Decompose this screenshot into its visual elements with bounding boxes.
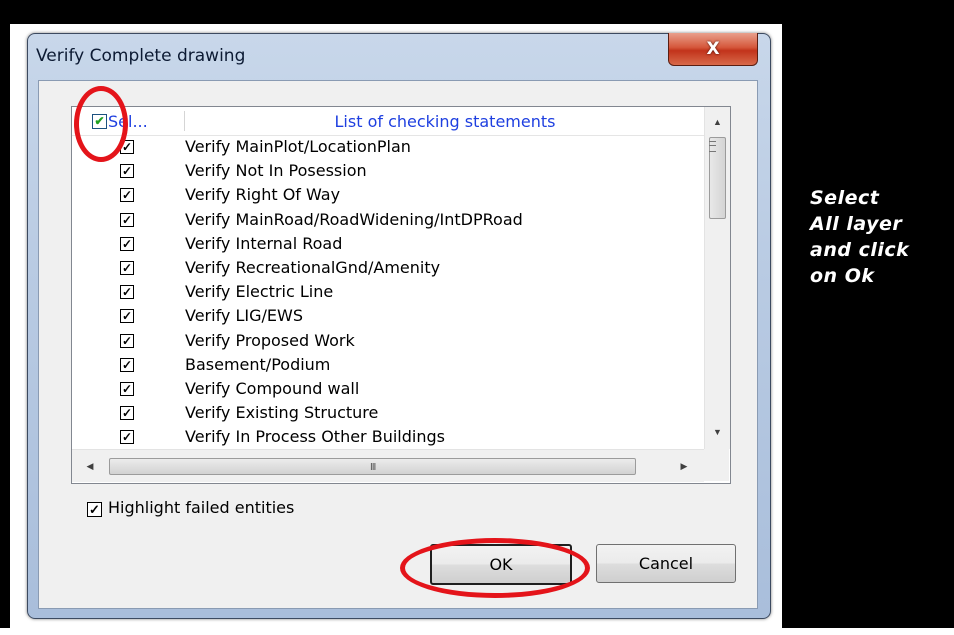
row-label: Verify Existing Structure: [185, 403, 379, 423]
row-checkbox[interactable]: ✓: [120, 406, 134, 421]
row-label: Verify Right Of Way: [185, 185, 341, 205]
scroll-right-arrow-icon[interactable]: ▶: [670, 450, 698, 482]
scroll-down-arrow-icon[interactable]: ▼: [705, 421, 730, 443]
row-checkbox[interactable]: ✓: [120, 309, 134, 324]
annotation-circle-select-all: [74, 86, 128, 162]
row-label: Verify Proposed Work: [185, 330, 355, 350]
row-checkbox[interactable]: ✓: [120, 357, 134, 372]
row-checkbox[interactable]: ✓: [120, 212, 134, 227]
bottom-white-strip: [0, 628, 954, 635]
annotation-circle-ok: [400, 538, 590, 598]
row-label: Verify Electric Line: [185, 282, 334, 302]
grip-icon: [709, 141, 716, 152]
highlight-failed-checkbox[interactable]: ✓: [87, 502, 102, 517]
row-label: Verify Not In Posession: [185, 161, 367, 181]
list-item[interactable]: ✓ Basement/Podium: [72, 354, 704, 378]
row-checkbox[interactable]: ✓: [120, 430, 134, 445]
column-header-statements[interactable]: List of checking statements: [186, 112, 704, 131]
scroll-left-arrow-icon[interactable]: ◀: [76, 450, 104, 482]
instruction-panel: [790, 30, 950, 626]
list-item[interactable]: ✓ Verify Internal Road: [72, 233, 704, 257]
highlight-failed-label[interactable]: Highlight failed entities: [108, 498, 294, 517]
row-label: Basement/Podium: [185, 354, 331, 374]
vertical-scrollbar[interactable]: ▲ ▼: [704, 107, 730, 449]
row-label: Verify MainPlot/LocationPlan: [185, 137, 411, 156]
checking-statements-list[interactable]: ✔ Sel... List of checking statements ✓ Ve…: [71, 106, 731, 484]
row-checkbox[interactable]: ✓: [120, 188, 134, 203]
row-label: Verify LIG/EWS: [185, 306, 303, 326]
top-black-frame: [0, 0, 954, 24]
row-label: Verify Internal Road: [185, 233, 343, 253]
list-item[interactable]: ✓ Verify Electric Line: [72, 281, 704, 305]
row-checkbox[interactable]: ✓: [120, 164, 134, 179]
list-item[interactable]: ✓ Verify MainRoad/RoadWidening/IntDPRoad: [72, 209, 704, 233]
row-label: Verify In Process Other Buildings: [185, 427, 445, 447]
list-rows: ✓ Verify MainPlot/LocationPlan ✓ Verify No…: [72, 136, 704, 448]
horizontal-scrollbar[interactable]: ◀ III ▶: [72, 449, 704, 482]
horizontal-scroll-thumb[interactable]: III: [109, 458, 636, 475]
list-item[interactable]: ✓ Verify Not In Posession: [72, 160, 704, 184]
close-button[interactable]: X: [668, 33, 758, 66]
list-item[interactable]: ✓ Verify Compound wall: [72, 378, 704, 402]
column-divider[interactable]: [184, 111, 185, 131]
list-item[interactable]: ✓ Verify RecreationalGnd/Amenity: [72, 257, 704, 281]
row-checkbox[interactable]: ✓: [120, 285, 134, 300]
row-label: Verify MainRoad/RoadWidening/IntDPRoad: [185, 209, 523, 229]
row-checkbox[interactable]: ✓: [120, 236, 134, 251]
dialog-title: Verify Complete drawing: [36, 46, 246, 66]
row-checkbox[interactable]: ✓: [120, 381, 134, 396]
row-label: Verify RecreationalGnd/Amenity: [185, 257, 441, 277]
instruction-text: Select All layer and click on Ok: [810, 187, 910, 287]
scrollbar-corner: [704, 449, 729, 481]
list-item[interactable]: ✓ Verify In Process Other Buildings: [72, 426, 704, 448]
close-icon: X: [706, 39, 720, 59]
list-item[interactable]: ✓ Verify Right Of Way: [72, 184, 704, 208]
list-item[interactable]: ✓ Verify LIG/EWS: [72, 305, 704, 329]
list-header: ✔ Sel... List of checking statements: [72, 107, 704, 136]
row-checkbox[interactable]: ✓: [120, 260, 134, 275]
list-item[interactable]: ✓ Verify Existing Structure: [72, 402, 704, 426]
list-item[interactable]: ✓ Verify Proposed Work: [72, 330, 704, 354]
grip-icon: III: [370, 462, 376, 473]
list-item[interactable]: ✓ Verify MainPlot/LocationPlan: [72, 136, 704, 160]
scroll-up-arrow-icon[interactable]: ▲: [705, 111, 730, 133]
row-checkbox[interactable]: ✓: [120, 333, 134, 348]
cancel-button[interactable]: Cancel: [596, 544, 736, 583]
row-label: Verify Compound wall: [185, 378, 360, 398]
